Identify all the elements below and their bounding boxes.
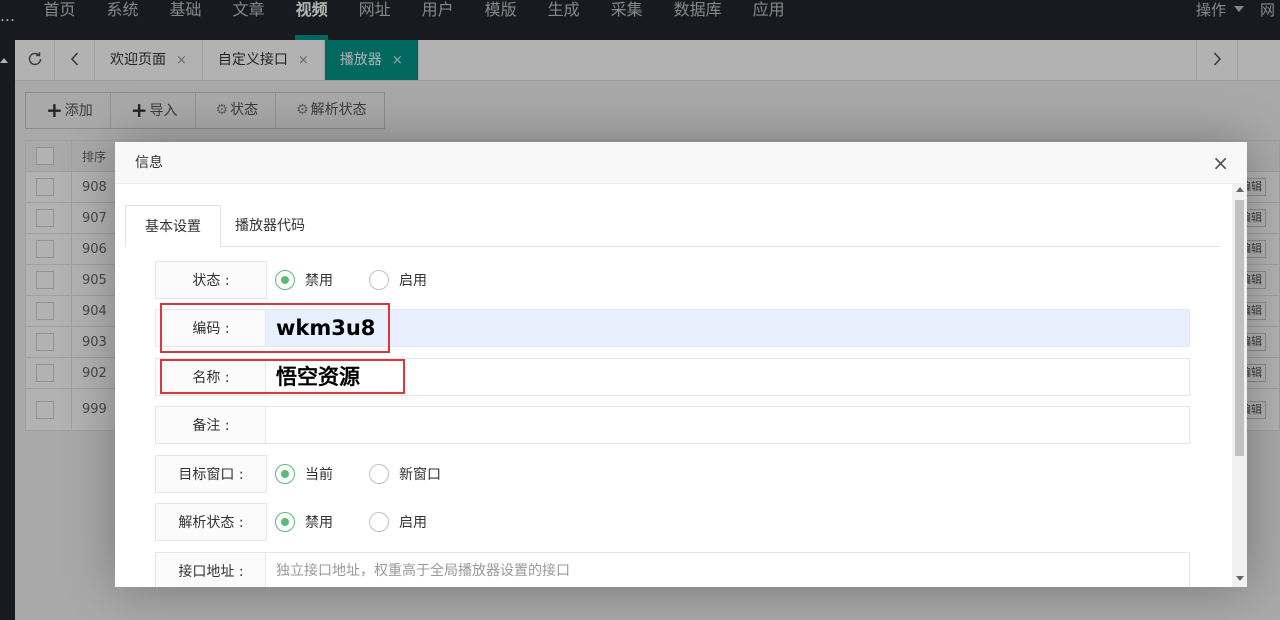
target-window-label: 目标窗口 : [155,455,267,493]
radio-checked-icon [275,512,295,532]
remark-row: 备注 : [155,406,1190,444]
radio-label: 启用 [399,515,427,531]
radio-checked-icon [275,464,295,484]
info-dialog: 信息 × 基本设置 播放器代码 状态 : 禁用 启用 编码 : wkm3u8 名… [115,142,1247,587]
radio-label: 禁用 [305,515,333,531]
radio-unchecked-icon [369,512,389,532]
close-icon[interactable]: × [1212,150,1229,176]
tab-basic-settings[interactable]: 基本设置 [125,205,221,247]
parse-disabled-radio[interactable]: 禁用 [275,512,333,532]
target-current-radio[interactable]: 当前 [275,464,333,484]
target-window-radios: 当前 新窗口 [275,455,477,493]
radio-label: 当前 [305,467,333,483]
tab-player-code[interactable]: 播放器代码 [235,205,305,247]
parse-status-radios: 禁用 启用 [275,503,463,541]
status-label: 状态 : [155,261,267,299]
radio-label: 禁用 [305,273,333,289]
api-url-input[interactable]: 独立接口地址，权重高于全局播放器设置的接口 [265,552,1190,587]
radio-unchecked-icon [369,270,389,290]
name-input[interactable]: 悟空资源 [265,358,1190,396]
code-row: 编码 : wkm3u8 [155,309,1190,347]
radio-unchecked-icon [369,464,389,484]
api-url-label: 接口地址 : [155,552,267,587]
radio-checked-icon [275,270,295,290]
status-radios: 禁用 启用 [275,261,463,299]
dialog-tabs: 基本设置 播放器代码 [125,205,1220,247]
radio-label: 新窗口 [399,467,441,483]
code-input[interactable]: wkm3u8 [265,309,1190,347]
dialog-scrollbar[interactable] [1232,184,1247,587]
name-value: 悟空资源 [276,365,360,389]
remark-input[interactable] [265,406,1190,444]
status-disabled-radio[interactable]: 禁用 [275,270,333,290]
name-row: 名称 : 悟空资源 [155,358,1190,396]
api-url-placeholder: 独立接口地址，权重高于全局播放器设置的接口 [276,563,570,579]
remark-label: 备注 : [155,406,267,444]
radio-label: 启用 [399,273,427,289]
code-label: 编码 : [155,309,267,347]
scroll-down-icon[interactable] [1236,576,1244,581]
parse-enabled-radio[interactable]: 启用 [369,512,427,532]
parse-status-row: 解析状态 : 禁用 启用 [155,503,1190,541]
status-row: 状态 : 禁用 启用 [155,261,1190,299]
parse-status-label: 解析状态 : [155,503,267,541]
dialog-title: 信息 [115,142,1247,184]
scroll-thumb[interactable] [1235,200,1244,456]
target-new-window-radio[interactable]: 新窗口 [369,464,441,484]
api-url-row: 接口地址 : 独立接口地址，权重高于全局播放器设置的接口 [155,552,1190,587]
target-window-row: 目标窗口 : 当前 新窗口 [155,455,1190,493]
status-enabled-radio[interactable]: 启用 [369,270,427,290]
name-label: 名称 : [155,358,267,396]
scroll-up-icon[interactable] [1236,187,1244,192]
